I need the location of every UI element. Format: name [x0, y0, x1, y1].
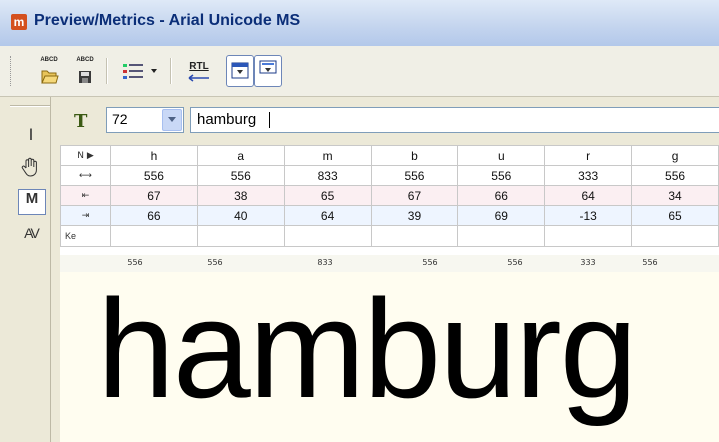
title-bar: m Preview/Metrics - Arial Unicode MS [0, 0, 719, 46]
rsb-cell[interactable]: 66 [110, 205, 198, 226]
left-bearing-row: ⇤ 67 38 65 67 66 64 34 [60, 185, 719, 206]
advance-cell[interactable]: 833 [283, 165, 372, 186]
font-size-dropdown[interactable]: 72 [106, 107, 184, 133]
lsb-cell[interactable]: 65 [283, 185, 372, 206]
glyph-cell[interactable]: a [196, 145, 285, 166]
glyph-cell[interactable]: h [110, 145, 198, 166]
glyph-cell[interactable]: r [544, 145, 633, 166]
font-size-icon: T [74, 111, 88, 132]
hand-icon [21, 157, 37, 177]
ruler-value: 556 [207, 258, 223, 267]
toolbar-separator [170, 58, 172, 84]
sample-text-value: hamburg [197, 111, 257, 128]
kern-cell[interactable] [457, 225, 546, 247]
lsb-cell[interactable]: 67 [110, 185, 198, 206]
glyph-cell[interactable]: g [631, 145, 719, 166]
glyph-cell[interactable]: u [457, 145, 546, 166]
window-layout-icon [231, 62, 249, 79]
lsb-cell[interactable]: 67 [370, 185, 459, 206]
metrics-tool-icon[interactable]: M [18, 189, 46, 215]
advance-cell[interactable]: 556 [196, 165, 285, 186]
kern-cell[interactable] [544, 225, 633, 247]
preview-text: hamburg [97, 272, 638, 427]
tool-sidebar: I M AV [0, 97, 51, 442]
hand-tool-icon[interactable] [18, 155, 44, 179]
rsb-cell[interactable]: 69 [457, 205, 546, 226]
toolbar-separator [106, 58, 108, 84]
ruler-value: 556 [642, 258, 658, 267]
text-cursor-tool-icon[interactable]: I [18, 123, 44, 147]
list-options-icon [123, 64, 157, 79]
kern-cell[interactable] [631, 225, 719, 247]
rsb-cell[interactable]: -13 [544, 205, 633, 226]
glyph-preview-area[interactable]: hamburg [60, 272, 719, 442]
ruler-value: 556 [127, 258, 143, 267]
advance-cell[interactable]: 556 [631, 165, 719, 186]
metrics-tool-label: M [25, 190, 39, 207]
glyph-cell[interactable]: b [370, 145, 459, 166]
right-bearing-icon: ⇥ [60, 205, 111, 226]
sidebar-divider [10, 105, 50, 107]
app-icon: m [11, 14, 27, 30]
metrics-table: N ▶ h a m b u r g ⟷ 556 556 833 556 556 … [60, 145, 719, 247]
lsb-cell[interactable]: 64 [544, 185, 633, 206]
list-options-button[interactable] [116, 55, 164, 87]
metrics-panel: T 72 hamburg N ▶ h a m b u r g ⟷ 556 556… [60, 97, 719, 442]
rsb-cell[interactable]: 64 [283, 205, 372, 226]
kern-cell[interactable] [370, 225, 459, 247]
right-bearing-row: ⇥ 66 40 64 39 69 -13 65 [60, 205, 719, 226]
lsb-cell[interactable]: 34 [631, 185, 719, 206]
kern-cell[interactable] [283, 225, 372, 247]
open-button-label: ABCD [40, 57, 58, 63]
kerning-row: Ke [60, 225, 719, 247]
glyph-cell[interactable]: m [283, 145, 372, 166]
rsb-cell[interactable]: 39 [370, 205, 459, 226]
glyph-row-header[interactable]: N ▶ [60, 145, 111, 166]
advance-width-row: ⟷ 556 556 833 556 556 333 556 [60, 165, 719, 186]
advance-cell[interactable]: 556 [370, 165, 459, 186]
kerning-tool-icon[interactable]: AV [18, 225, 44, 249]
chevron-down-icon[interactable] [162, 109, 182, 131]
ruler-value: 833 [317, 258, 333, 267]
text-caret [269, 112, 270, 128]
save-button[interactable]: ABCD [68, 55, 102, 87]
lsb-cell[interactable]: 66 [457, 185, 546, 206]
panel-metrics-icon [259, 60, 277, 74]
input-row: T 72 hamburg [60, 97, 719, 145]
advance-cell[interactable]: 556 [110, 165, 198, 186]
rtl-button[interactable]: RTL [180, 55, 218, 87]
save-button-label: ABCD [76, 57, 94, 63]
advance-width-icon: ⟷ [60, 165, 111, 186]
open-folder-icon [41, 70, 59, 84]
rsb-cell[interactable]: 65 [631, 205, 719, 226]
toolbar-grip[interactable] [10, 56, 14, 86]
toolbar: ABCD ABCD RTL [0, 46, 719, 97]
ruler-value: 556 [422, 258, 438, 267]
window-title: Preview/Metrics - Arial Unicode MS [34, 12, 301, 29]
view-metrics-button[interactable] [254, 55, 282, 87]
font-size-value: 72 [112, 111, 128, 127]
save-disk-icon [79, 71, 91, 83]
kern-cell[interactable] [196, 225, 285, 247]
ruler-value: 556 [507, 258, 523, 267]
sample-text-input[interactable]: hamburg [190, 107, 719, 133]
kerning-row-label: Ke [60, 225, 111, 247]
advance-cell[interactable]: 556 [457, 165, 546, 186]
glyph-header-row: N ▶ h a m b u r g [60, 145, 719, 166]
advance-cell[interactable]: 333 [544, 165, 633, 186]
left-bearing-icon: ⇤ [60, 185, 111, 206]
rtl-label: RTL [189, 61, 209, 72]
kern-cell[interactable] [110, 225, 198, 247]
rsb-cell[interactable]: 40 [196, 205, 285, 226]
advance-ruler: 556 556 833 556 556 333 556 [60, 255, 719, 273]
open-button[interactable]: ABCD [32, 55, 66, 87]
view-layout-button[interactable] [226, 55, 254, 87]
lsb-cell[interactable]: 38 [196, 185, 285, 206]
ruler-value: 333 [580, 258, 596, 267]
